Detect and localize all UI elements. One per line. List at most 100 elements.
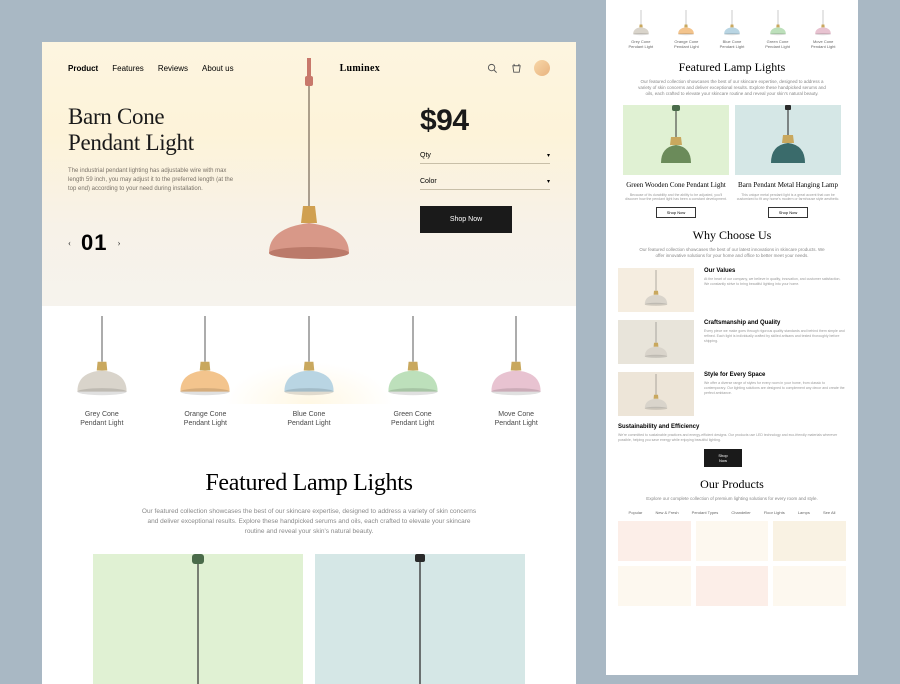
why-item-desc: Every piece we make goes through rigorou… — [704, 329, 846, 345]
why-item-text: Our Values At the heart of our company, w… — [704, 268, 846, 288]
side-variant-lamp-icon — [712, 10, 752, 38]
filter-tab[interactable]: See All — [823, 510, 835, 515]
side-card-image — [623, 105, 729, 175]
shop-now-button[interactable]: Shop Now — [420, 206, 512, 233]
featured-section: Featured Lamp Lights Our featured collec… — [42, 446, 576, 684]
why-choose-title: Why Choose Us — [618, 228, 846, 243]
product-cell[interactable] — [618, 521, 691, 561]
featured-description: Our featured collection showcases the be… — [139, 507, 479, 536]
product-cell[interactable] — [696, 521, 769, 561]
side-card-button[interactable]: Shop Now — [768, 207, 808, 218]
side-card-blue[interactable]: Barn Pendant Metal Hanging Lamp This uni… — [735, 105, 841, 217]
next-arrow-icon[interactable]: › — [117, 238, 120, 248]
side-variant-lamp-icon — [621, 10, 661, 38]
side-variant[interactable]: Green ConePendant Light — [758, 10, 798, 50]
why-item-image — [618, 268, 694, 312]
product-grid — [618, 521, 846, 606]
product-variant[interactable]: Grey ConePendant Light — [55, 316, 149, 428]
side-variant-label: Orange ConePendant Light — [666, 40, 706, 50]
product-cell[interactable] — [696, 566, 769, 606]
product-variant[interactable]: Move ConePendant Light — [469, 316, 563, 428]
why-item-title: Style for Every Space — [704, 372, 846, 378]
filter-tab[interactable]: Pendant Types — [692, 510, 719, 515]
why-item: Craftsmanship and Quality Every piece we … — [618, 320, 846, 364]
hero-title: Barn Cone Pendant Light — [68, 104, 248, 157]
prev-arrow-icon[interactable]: ‹ — [68, 238, 71, 248]
side-variant-label: Green ConePendant Light — [758, 40, 798, 50]
our-products-desc: Explore our complete collection of premi… — [618, 496, 846, 502]
why-item-text: Sustainability and Efficiency We're commi… — [618, 424, 846, 444]
product-variant[interactable]: Orange ConePendant Light — [158, 316, 252, 428]
why-item: Style for Every Space We offer a diverse … — [618, 372, 846, 416]
cart-icon[interactable] — [510, 61, 524, 75]
side-variant[interactable]: Orange ConePendant Light — [666, 10, 706, 50]
side-card-image — [735, 105, 841, 175]
variant-lamp-icon — [55, 316, 149, 404]
nav-link-about[interactable]: About us — [202, 64, 234, 73]
user-avatar[interactable] — [534, 60, 550, 76]
product-cell[interactable] — [773, 566, 846, 606]
filter-tab[interactable]: Popular — [629, 510, 643, 515]
variant-lamp-icon — [158, 316, 252, 404]
variant-label: Grey ConePendant Light — [55, 410, 149, 428]
featured-cards — [92, 554, 526, 684]
why-item-text: Style for Every Space We offer a diverse … — [704, 372, 846, 397]
slide-counter: ‹ 01 › — [68, 230, 248, 256]
side-variant-label: Blue ConePendant Light — [712, 40, 752, 50]
variant-label: Blue ConePendant Light — [262, 410, 356, 428]
filter-tab[interactable]: New & Fresh — [655, 510, 678, 515]
hero-purchase: $94 Qty ▾ Color ▾ Shop Now — [420, 104, 550, 233]
why-item: Sustainability and Efficiency We're commi… — [618, 424, 846, 444]
why-item-text: Craftsmanship and Quality Every piece we … — [704, 320, 846, 345]
product-variant[interactable]: Blue ConePendant Light — [262, 316, 356, 428]
nav-link-product[interactable]: Product — [68, 64, 98, 73]
side-variant-lamp-icon — [803, 10, 843, 38]
hero-content: Barn Cone Pendant Light The industrial p… — [68, 104, 550, 256]
product-variant[interactable]: Green ConePendant Light — [366, 316, 460, 428]
featured-title: Featured Lamp Lights — [92, 470, 526, 497]
featured-card-green[interactable] — [93, 554, 303, 684]
why-item-desc: We're committed to sustainable practices… — [618, 433, 846, 444]
product-cell[interactable] — [773, 521, 846, 561]
nav-link-features[interactable]: Features — [112, 64, 144, 73]
filter-tab[interactable]: Floor Lights — [764, 510, 785, 515]
nav-actions — [486, 60, 550, 76]
product-filters: Popular New & Fresh Pendant Types Chandelie… — [618, 510, 846, 515]
side-featured-desc: Our featured collection showcases the be… — [618, 79, 846, 98]
side-card-title: Barn Pendant Metal Hanging Lamp — [735, 181, 841, 189]
side-card-title: Green Wooden Cone Pendant Light — [623, 181, 729, 189]
price-value: $94 — [420, 104, 550, 138]
search-icon[interactable] — [486, 61, 500, 75]
filter-tab[interactable]: Chandelier — [731, 510, 750, 515]
nav-links: Product Features Reviews About us — [68, 64, 234, 73]
why-item-title: Our Values — [704, 268, 846, 274]
side-variant-label: Grey ConePendant Light — [621, 40, 661, 50]
hero-section: Product Features Reviews About us Lumine… — [42, 42, 576, 306]
side-variant-lamp-icon — [758, 10, 798, 38]
why-item-desc: At the heart of our company, we believe … — [704, 277, 846, 288]
side-variant-label: Move ConePendant Light — [803, 40, 843, 50]
why-choose-desc: Our featured collection showcases the be… — [618, 247, 846, 260]
why-item-image — [618, 372, 694, 416]
filter-tab[interactable]: Lamps — [798, 510, 810, 515]
side-card-green[interactable]: Green Wooden Cone Pendant Light Because … — [623, 105, 729, 217]
side-variant[interactable]: Move ConePendant Light — [803, 10, 843, 50]
side-card-desc: This unique metal pendant light is a gre… — [735, 193, 841, 202]
why-item-title: Sustainability and Efficiency — [618, 424, 846, 430]
side-variant[interactable]: Grey ConePendant Light — [621, 10, 661, 50]
side-variant[interactable]: Blue ConePendant Light — [712, 10, 752, 50]
color-selector[interactable]: Color ▾ — [420, 174, 550, 190]
side-card-button[interactable]: Shop Now — [656, 207, 696, 218]
variant-lamp-icon — [262, 316, 356, 404]
hero-lamp-image — [239, 58, 379, 298]
variant-label: Orange ConePendant Light — [158, 410, 252, 428]
product-cell[interactable] — [618, 566, 691, 606]
featured-card-blue[interactable] — [315, 554, 525, 684]
chevron-down-icon: ▾ — [547, 178, 550, 185]
side-shop-button[interactable]: Shop Now — [704, 449, 742, 467]
why-item-desc: We offer a diverse range of styles for e… — [704, 381, 846, 397]
side-variant-lamp-icon — [666, 10, 706, 38]
nav-link-reviews[interactable]: Reviews — [158, 64, 188, 73]
qty-selector[interactable]: Qty ▾ — [420, 148, 550, 164]
why-item-title: Craftsmanship and Quality — [704, 320, 846, 326]
